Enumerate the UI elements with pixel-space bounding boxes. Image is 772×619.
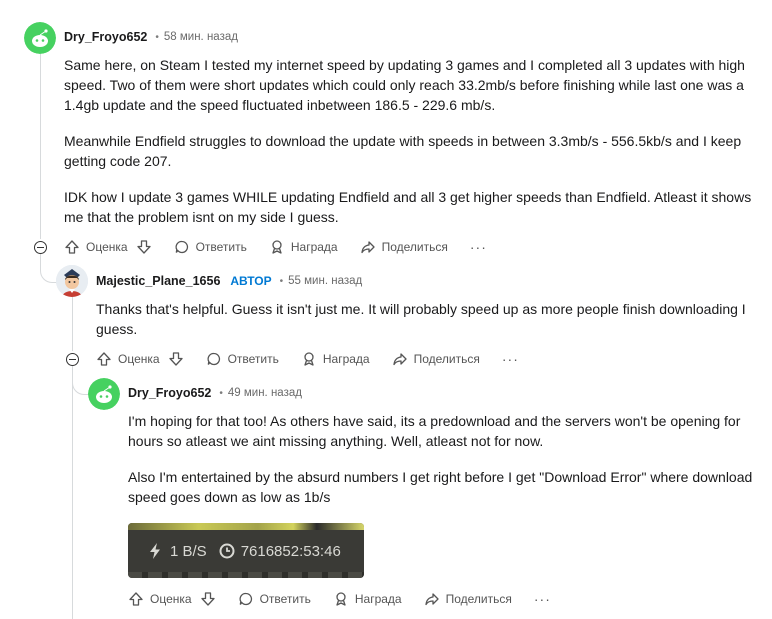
share-icon: [360, 241, 375, 254]
reply-label: Ответить: [227, 352, 279, 366]
avatar[interactable]: [88, 378, 120, 410]
timestamp[interactable]: 58 мин. назад: [164, 31, 238, 43]
collapse-thread-button[interactable]: [34, 241, 47, 254]
download-speed-text: 1 B/S: [170, 542, 207, 560]
vote-group: Оценка: [128, 591, 216, 607]
share-icon: [424, 593, 439, 606]
comment-paragraph: Thanks that's helpful. Guess it isn't ju…: [96, 301, 746, 337]
share-label: Поделиться: [445, 592, 512, 606]
lightning-icon: [150, 543, 160, 559]
username[interactable]: Majestic_Plane_1656: [96, 274, 220, 288]
snoo-avatar-icon: [24, 22, 56, 54]
download-timer-text: 7616852:53:46: [240, 542, 341, 560]
vote-label: Оценка: [150, 592, 192, 606]
award-button[interactable]: Награда: [333, 591, 402, 607]
award-button[interactable]: Награда: [269, 239, 338, 255]
collapse-thread-button[interactable]: [66, 353, 79, 366]
thread-line-level1: [72, 297, 73, 351]
vote-group: Оценка: [96, 351, 184, 367]
clock-icon: [219, 543, 235, 559]
comment-bubble-icon: [207, 352, 220, 366]
comment-bubble-icon: [175, 240, 188, 254]
comment-bubble-icon: [239, 592, 252, 606]
comment-actions: Оценка Ответить Награда Поделиться ···: [96, 351, 519, 367]
comment-header: Dry_Froyo652 • 58 мин. назад: [64, 30, 238, 44]
award-icon: [336, 592, 346, 606]
username[interactable]: Dry_Froyo652: [64, 30, 147, 44]
more-options-icon[interactable]: ···: [470, 239, 487, 255]
upvote-icon[interactable]: [128, 591, 144, 607]
reply-button[interactable]: Ответить: [238, 591, 311, 607]
comment-paragraph: IDK how I update 3 games WHILE updating …: [64, 189, 752, 225]
vote-label: Оценка: [86, 240, 128, 254]
upvote-icon[interactable]: [64, 239, 80, 255]
image-bottom-stripe: [128, 572, 364, 578]
downvote-icon[interactable]: [168, 351, 184, 367]
thread-line-root: [40, 54, 41, 239]
comment-paragraph: Meanwhile Endfield struggles to download…: [64, 133, 742, 169]
snoo-avatar-icon: [88, 378, 120, 410]
image-top-stripe: [128, 523, 364, 530]
share-button[interactable]: Поделиться: [360, 239, 448, 255]
custom-avatar-icon: [56, 265, 88, 297]
comment-header: Dry_Froyo652 • 49 мин. назад: [128, 386, 302, 400]
comment-body: Thanks that's helpful. Guess it isn't ju…: [96, 299, 756, 355]
avatar[interactable]: [24, 22, 56, 54]
image-download-status: 1 B/S 7616852:53:46: [148, 542, 353, 560]
share-icon: [392, 353, 407, 366]
username[interactable]: Dry_Froyo652: [128, 386, 211, 400]
award-label: Награда: [354, 592, 402, 606]
award-label: Награда: [290, 240, 338, 254]
timestamp[interactable]: 55 мин. назад: [288, 275, 362, 287]
comment-paragraph: Also I'm entertained by the absurd numbe…: [128, 469, 753, 505]
op-badge: АВТОР: [230, 274, 272, 288]
comment-body: I'm hoping for that too! As others have …: [128, 411, 756, 523]
vote-label: Оценка: [118, 352, 160, 366]
comment-paragraph: Same here, on Steam I tested my internet…: [64, 57, 745, 113]
reply-label: Ответить: [259, 592, 311, 606]
separator-dot: •: [279, 275, 284, 287]
award-icon: [304, 352, 314, 366]
more-options-icon[interactable]: ···: [502, 351, 519, 367]
comment-actions: Оценка Ответить Награда Поделиться ···: [128, 591, 551, 607]
comment-image[interactable]: 1 B/S 7616852:53:46: [128, 523, 364, 578]
timestamp[interactable]: 49 мин. назад: [228, 387, 302, 399]
thread-line-level2: [72, 368, 73, 619]
share-label: Поделиться: [413, 352, 480, 366]
reply-label: Ответить: [195, 240, 247, 254]
share-button[interactable]: Поделиться: [424, 591, 512, 607]
separator-dot: •: [155, 31, 159, 43]
vote-group: Оценка: [64, 239, 152, 255]
upvote-icon[interactable]: [96, 351, 112, 367]
downvote-icon[interactable]: [136, 239, 152, 255]
comment-paragraph: I'm hoping for that too! As others have …: [128, 413, 741, 449]
avatar[interactable]: [56, 265, 88, 297]
award-icon: [272, 240, 282, 254]
award-button[interactable]: Награда: [301, 351, 370, 367]
share-label: Поделиться: [381, 240, 448, 254]
comment-actions: Оценка Ответить Награда Поделиться ···: [64, 239, 487, 255]
downvote-icon[interactable]: [200, 591, 216, 607]
reply-button[interactable]: Ответить: [174, 239, 247, 255]
reply-button[interactable]: Ответить: [206, 351, 279, 367]
share-button[interactable]: Поделиться: [392, 351, 480, 367]
separator-dot: •: [219, 387, 223, 399]
more-options-icon[interactable]: ···: [534, 591, 551, 607]
award-label: Награда: [322, 352, 370, 366]
comment-body: Same here, on Steam I tested my internet…: [64, 55, 754, 243]
comment-header: Majestic_Plane_1656 АВТОР • 55 мин. наза…: [96, 274, 362, 288]
